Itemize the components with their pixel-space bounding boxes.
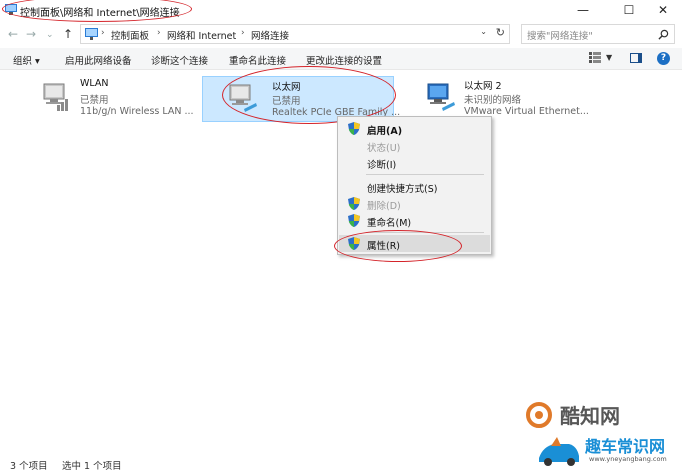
breadcrumb-control-panel[interactable]: 控制面板 bbox=[111, 28, 149, 42]
uac-shield-icon bbox=[348, 122, 360, 135]
up-button[interactable]: ↑ bbox=[63, 26, 73, 42]
adapter-device: 11b/g/n Wireless LAN ... bbox=[80, 106, 194, 117]
search-icon[interactable] bbox=[658, 29, 669, 40]
search-box[interactable]: 搜索"网络连接" bbox=[521, 24, 675, 44]
menu-item-label: 状态(U) bbox=[367, 143, 401, 154]
menu-item-label: 属性(R) bbox=[367, 241, 401, 252]
adapter-name: 以太网 2 bbox=[464, 81, 502, 92]
enable-device-button[interactable]: 启用此网络设备 bbox=[65, 53, 132, 67]
refresh-icon[interactable]: ↻ bbox=[496, 26, 505, 39]
item-count: 3 个项目 bbox=[10, 461, 48, 472]
control-panel-icon bbox=[5, 4, 17, 15]
breadcrumb-network-connections[interactable]: 网络连接 bbox=[251, 28, 289, 42]
context-menu: 启用(A) 状态(U) 诊断(I) 创建快捷方式(S) 删除(D) 重命名(M) bbox=[337, 116, 492, 255]
rename-connection-button[interactable]: 重命名此连接 bbox=[229, 53, 286, 67]
breadcrumb-separator: › bbox=[241, 28, 245, 38]
network-adapter-disabled-icon bbox=[229, 84, 257, 112]
help-icon[interactable]: ? bbox=[657, 52, 670, 65]
menu-item-status: 状态(U) bbox=[339, 137, 490, 154]
adapter-name: 以太网 bbox=[272, 82, 301, 93]
menu-item-label: 创建快捷方式(S) bbox=[367, 184, 438, 195]
back-button[interactable]: ← bbox=[8, 26, 18, 42]
watermark-url: www.yneyangbang.com bbox=[589, 455, 667, 463]
watermark-logo bbox=[526, 402, 552, 428]
organize-button[interactable]: 组织 ▾ bbox=[13, 53, 40, 67]
network-adapter-enabled-icon bbox=[427, 83, 455, 111]
maximize-button[interactable]: ☐ bbox=[612, 2, 646, 18]
window-title: 控制面板\网络和 Internet\网络连接 bbox=[20, 8, 180, 19]
breadcrumb-separator: › bbox=[101, 28, 105, 38]
adapter-status: 未识别的网络 bbox=[464, 95, 522, 106]
watermark-text: 酷知网 bbox=[560, 404, 620, 428]
adapter-status: 已禁用 bbox=[272, 96, 301, 107]
change-settings-button[interactable]: 更改此连接的设置 bbox=[306, 53, 382, 67]
uac-shield-icon bbox=[348, 197, 360, 210]
menu-item-properties[interactable]: 属性(R) bbox=[339, 235, 490, 252]
menu-item-delete: 删除(D) bbox=[339, 195, 490, 212]
view-dropdown-icon[interactable]: ▼ bbox=[606, 53, 612, 62]
adapter-name: WLAN bbox=[80, 78, 109, 89]
breadcrumb-network-internet[interactable]: 网络和 Internet bbox=[167, 28, 236, 42]
control-panel-icon bbox=[85, 28, 98, 40]
breadcrumb-separator: › bbox=[157, 28, 161, 38]
command-bar: 组织 ▾ 启用此网络设备 诊断这个连接 重命名此连接 更改此连接的设置 ▼ ? bbox=[0, 48, 682, 70]
address-dropdown-icon[interactable]: ⌄ bbox=[480, 27, 487, 36]
menu-item-diagnose[interactable]: 诊断(I) bbox=[339, 154, 490, 171]
menu-item-enable[interactable]: 启用(A) bbox=[339, 120, 490, 137]
minimize-button[interactable]: — bbox=[566, 2, 600, 18]
adapter-status: 已禁用 bbox=[80, 95, 109, 106]
diagnose-connection-button[interactable]: 诊断这个连接 bbox=[151, 53, 208, 67]
selected-count: 选中 1 个项目 bbox=[62, 461, 122, 472]
title-bar: 控制面板\网络和 Internet\网络连接 — ☐ ✕ bbox=[0, 0, 682, 20]
watermark-car-logo bbox=[539, 437, 579, 466]
close-button[interactable]: ✕ bbox=[646, 2, 680, 18]
address-bar[interactable]: › 控制面板 › 网络和 Internet › 网络连接 ⌄ ↻ bbox=[80, 24, 510, 44]
network-adapter-disabled-icon bbox=[43, 83, 68, 111]
watermark-text-secondary: 趣车常识网 bbox=[585, 437, 666, 456]
preview-pane-icon[interactable] bbox=[630, 53, 642, 63]
adapter-wlan[interactable]: WLAN 已禁用 11b/g/n Wireless LAN ... bbox=[36, 76, 196, 122]
view-options-icon[interactable] bbox=[589, 52, 601, 63]
menu-separator bbox=[366, 174, 484, 175]
menu-item-rename[interactable]: 重命名(M) bbox=[339, 212, 490, 229]
menu-separator bbox=[366, 232, 484, 233]
menu-item-label: 删除(D) bbox=[367, 201, 401, 212]
address-row: ← → ⌄ ↑ › 控制面板 › 网络和 Internet › 网络连接 ⌄ ↻… bbox=[0, 22, 682, 46]
menu-item-create-shortcut[interactable]: 创建快捷方式(S) bbox=[339, 178, 490, 195]
forward-button[interactable]: → bbox=[26, 26, 36, 42]
uac-shield-icon bbox=[348, 214, 360, 227]
menu-item-label: 重命名(M) bbox=[367, 218, 412, 229]
search-placeholder: 搜索"网络连接" bbox=[527, 31, 593, 42]
menu-item-label: 启用(A) bbox=[367, 126, 403, 137]
menu-item-label: 诊断(I) bbox=[367, 160, 397, 171]
recent-dropdown[interactable]: ⌄ bbox=[46, 27, 54, 43]
uac-shield-icon bbox=[348, 237, 360, 250]
